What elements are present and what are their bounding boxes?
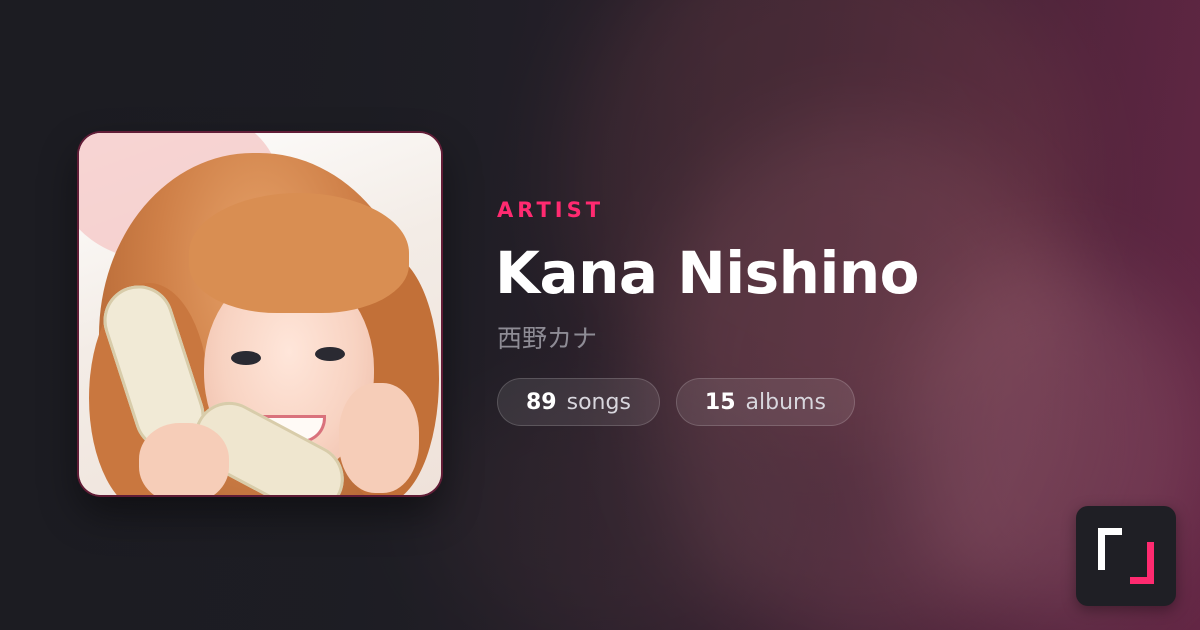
- songs-unit: songs: [566, 389, 631, 415]
- artist-meta: ARTIST Kana Nishino 西野カナ 89 songs 15 alb…: [495, 196, 919, 426]
- artist-photo: [79, 133, 441, 495]
- artist-share-card: ARTIST Kana Nishino 西野カナ 89 songs 15 alb…: [0, 0, 1200, 630]
- artist-name: Kana Nishino: [495, 239, 919, 307]
- bracket-logo-icon: [1076, 506, 1176, 606]
- artist-stats: 89 songs 15 albums: [497, 378, 919, 426]
- songs-count-badge: 89 songs: [497, 378, 660, 426]
- albums-count-badge: 15 albums: [675, 378, 855, 426]
- songs-count: 89: [526, 389, 557, 415]
- albums-unit: albums: [745, 389, 826, 415]
- artist-native-name: 西野カナ: [497, 324, 598, 353]
- entity-type-label: ARTIST: [497, 198, 605, 222]
- albums-count: 15: [704, 389, 736, 415]
